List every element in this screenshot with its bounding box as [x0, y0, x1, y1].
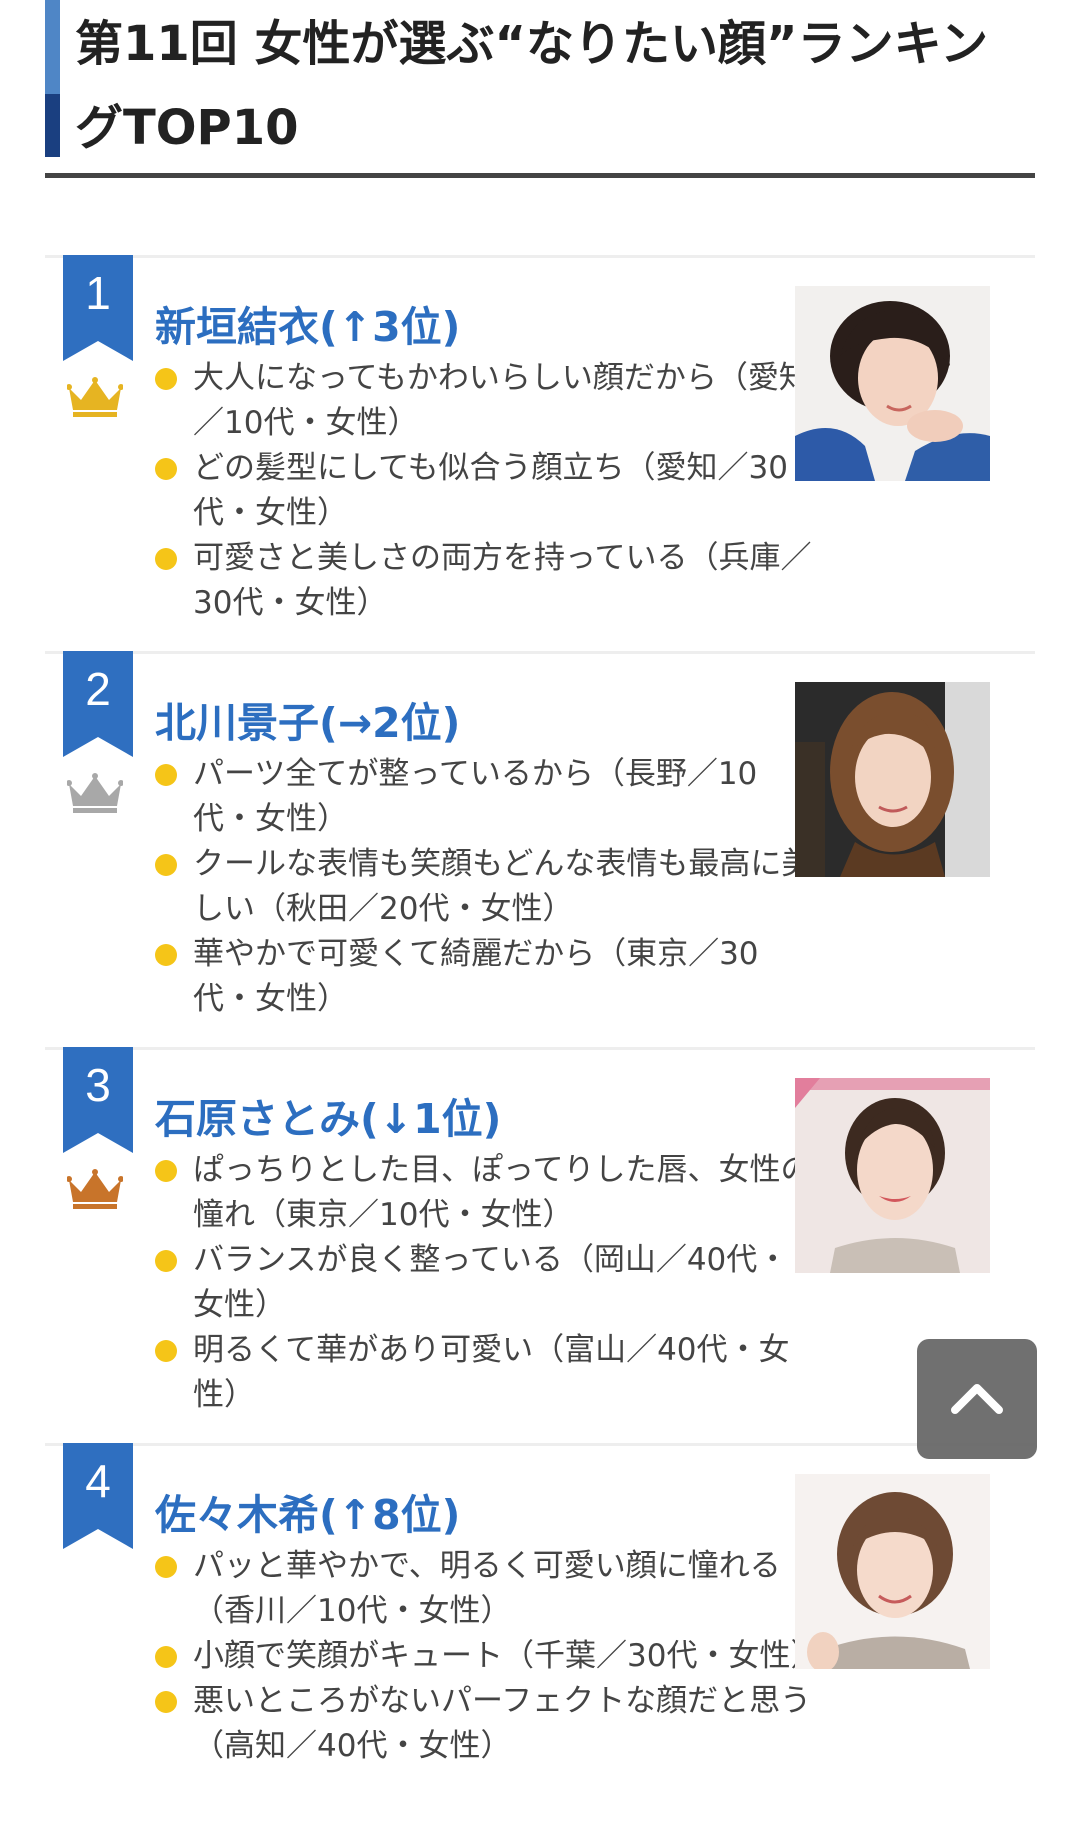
bullet-dot-icon — [155, 548, 177, 570]
comment-item: 華やかで可愛くて綺麗だから（東京／30代・女性） — [153, 932, 813, 1022]
portrait-photo — [795, 682, 990, 877]
ranking-item-3: 3 石原さとみ(↓1位) ぱっちりとした目、ぽってりした唇、女性の憧れ（東京／1… — [45, 1047, 1035, 1443]
comment-text: ぱっちりとした目、ぽってりした唇、女性の憧れ（東京／10代・女性） — [193, 1152, 812, 1233]
celebrity-name-link[interactable]: 新垣結衣(↑3位) — [155, 300, 460, 354]
bullet-dot-icon — [155, 1250, 177, 1272]
bullet-dot-icon — [155, 944, 177, 966]
comment-list: 大人になってもかわいらしい顔だから（愛知／10代・女性） どの髪型にしても似合う… — [153, 356, 813, 626]
comment-item: 小顔で笑顔がキュート（千葉／30代・女性） — [153, 1634, 821, 1679]
title-accent-bar — [45, 0, 60, 157]
comment-text: 大人になってもかわいらしい顔だから（愛知／10代・女性） — [193, 360, 810, 441]
comment-item: 明るくて華があり可愛い（富山／40代・女性） — [153, 1328, 813, 1418]
ranking-item-4: 4 佐々木希(↑8位) パッと華やかで、明るく可愛い顔に憧れる（香川／10代・女… — [45, 1443, 1035, 1839]
back-to-top-button[interactable] — [917, 1339, 1037, 1459]
comment-item: どの髪型にしても似合う顔立ち（愛知／30代・女性） — [153, 446, 813, 536]
comment-item: 悪いところがないパーフェクトな顔だと思う（高知／40代・女性） — [153, 1679, 813, 1769]
rank-badge: 2 — [63, 651, 133, 757]
comment-item: クールな表情も笑顔もどんな表情も最高に美しい（秋田／20代・女性） — [153, 842, 813, 932]
celebrity-name-link[interactable]: 佐々木希(↑8位) — [155, 1488, 460, 1542]
rank-number: 3 — [85, 1059, 111, 1111]
bullet-dot-icon — [155, 1340, 177, 1362]
bullet-dot-icon — [155, 1691, 177, 1713]
bullet-dot-icon — [155, 368, 177, 390]
comment-text: 小顔で笑顔がキュート（千葉／30代・女性） — [193, 1638, 822, 1674]
comment-list: パーツ全てが整っているから（長野／10代・女性） クールな表情も笑顔もどんな表情… — [153, 752, 813, 1022]
page-title: 第11回 女性が選ぶ“なりたい顔”ランキングTOP10 — [75, 16, 989, 156]
rank-badge: 3 — [63, 1047, 133, 1153]
bronze-crown-icon — [67, 1169, 123, 1209]
comment-item: ぱっちりとした目、ぽってりした唇、女性の憧れ（東京／10代・女性） — [153, 1148, 813, 1238]
ranking-item-2: 2 北川景子(→2位) パーツ全てが整っているから（長野／10代・女性） クール… — [45, 651, 1035, 1047]
portrait-photo — [795, 286, 990, 481]
comment-item: 可愛さと美しさの両方を持っている（兵庫／30代・女性） — [153, 536, 813, 626]
comment-text: パーツ全てが整っているから（長野／10代・女性） — [193, 756, 758, 837]
comment-text: 悪いところがないパーフェクトな顔だと思う（高知／40代・女性） — [193, 1683, 812, 1764]
comment-item: パーツ全てが整っているから（長野／10代・女性） — [153, 752, 813, 842]
comment-text: クールな表情も笑顔もどんな表情も最高に美しい（秋田／20代・女性） — [193, 846, 813, 927]
comment-text: 明るくて華があり可愛い（富山／40代・女性） — [193, 1332, 790, 1413]
comment-list: ぱっちりとした目、ぽってりした唇、女性の憧れ（東京／10代・女性） バランスが良… — [153, 1148, 813, 1418]
rank-badge: 4 — [63, 1443, 133, 1549]
portrait-photo — [795, 1474, 990, 1669]
portrait-photo — [795, 1078, 990, 1273]
rank-number: 2 — [85, 663, 111, 715]
silver-crown-icon — [67, 773, 123, 813]
bullet-dot-icon — [155, 458, 177, 480]
chevron-up-icon — [951, 1384, 1003, 1414]
ranking-list: 1 新垣結衣(↑3位) 大人になってもかわいらしい顔だから（愛知／10代・女性）… — [45, 255, 1035, 1839]
comment-text: パッと華やかで、明るく可愛い顔に憧れる（香川／10代・女性） — [193, 1548, 781, 1629]
bullet-dot-icon — [155, 764, 177, 786]
bullet-dot-icon — [155, 1160, 177, 1182]
ranking-item-1: 1 新垣結衣(↑3位) 大人になってもかわいらしい顔だから（愛知／10代・女性）… — [45, 255, 1035, 651]
page-header: 第11回 女性が選ぶ“なりたい顔”ランキングTOP10 — [45, 0, 1035, 178]
comment-text: 可愛さと美しさの両方を持っている（兵庫／30代・女性） — [193, 540, 812, 621]
bullet-dot-icon — [155, 1556, 177, 1578]
comment-item: パッと華やかで、明るく可愛い顔に憧れる（香川／10代・女性） — [153, 1544, 813, 1634]
celebrity-name-link[interactable]: 北川景子(→2位) — [155, 696, 460, 750]
bullet-dot-icon — [155, 1646, 177, 1668]
comment-text: どの髪型にしても似合う顔立ち（愛知／30代・女性） — [193, 450, 788, 531]
bullet-dot-icon — [155, 854, 177, 876]
comment-list: パッと華やかで、明るく可愛い顔に憧れる（香川／10代・女性） 小顔で笑顔がキュー… — [153, 1544, 821, 1769]
celebrity-name-link[interactable]: 石原さとみ(↓1位) — [155, 1092, 501, 1146]
comment-text: 華やかで可愛くて綺麗だから（東京／30代・女性） — [193, 936, 759, 1017]
comment-item: バランスが良く整っている（岡山／40代・女性） — [153, 1238, 813, 1328]
comment-item: 大人になってもかわいらしい顔だから（愛知／10代・女性） — [153, 356, 813, 446]
rank-badge: 1 — [63, 255, 133, 361]
comment-text: バランスが良く整っている（岡山／40代・女性） — [193, 1242, 789, 1323]
rank-number: 4 — [85, 1455, 111, 1507]
gold-crown-icon — [67, 377, 123, 417]
rank-number: 1 — [85, 267, 111, 319]
